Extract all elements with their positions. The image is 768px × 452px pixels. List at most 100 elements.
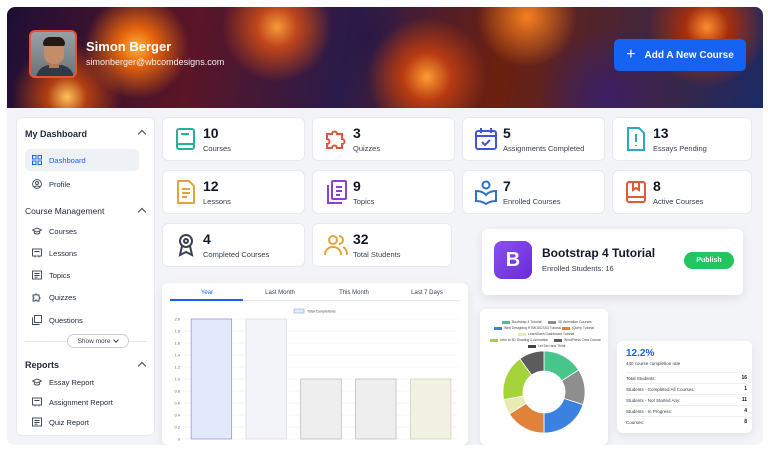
y-tick-label: 1.0 — [174, 376, 180, 381]
show-more-button[interactable]: Show more — [67, 334, 129, 348]
tab-year[interactable]: Year — [171, 290, 243, 296]
stat-label: Quizzes — [353, 144, 381, 153]
y-tick-label: 0.2 — [174, 424, 180, 429]
sidebar-item-label: Questions — [49, 315, 83, 325]
sidebar-item-label: Profile — [49, 179, 71, 189]
bar[interactable] — [245, 318, 287, 440]
sidebar-item-courses[interactable]: Courses — [25, 220, 139, 242]
completions-chart-card: Year Last Month This Month Last 7 Days 0… — [162, 283, 468, 445]
profile-banner: Simon Berger simonberger@wbcomdesigns.co… — [7, 7, 763, 108]
puzzle-icon — [32, 293, 41, 302]
stat-label: Total Students — [353, 250, 401, 259]
sidebar-item-label: Courses — [49, 226, 77, 236]
donut-slice[interactable] — [543, 397, 584, 434]
puzzle-icon — [326, 130, 346, 149]
sidebar-item-questions[interactable]: Questions — [25, 309, 139, 331]
stat-row: Students - Completed All Courses: 1 — [626, 383, 747, 394]
graduation-cap-icon — [32, 378, 42, 386]
stat-row-label: Total Students: — [626, 375, 656, 381]
y-tick-label: 0.6 — [174, 400, 180, 405]
course-enrolled-count: Enrolled Students: 16 — [542, 264, 614, 273]
stat-value: 7 — [503, 178, 511, 194]
stat-card-courses[interactable]: 10 Courses — [162, 117, 305, 161]
chevron-up-icon[interactable] — [137, 207, 147, 217]
stat-value: 4 — [203, 231, 211, 247]
course-donut-chart — [502, 350, 586, 434]
stat-row: Total Students: 16 — [626, 372, 747, 383]
sidebar-item-label: Lessons — [49, 248, 77, 258]
document-icon — [177, 180, 195, 204]
legend-swatch — [293, 308, 305, 314]
sidebar-item-assignment-report[interactable]: Assignment Report — [25, 391, 139, 413]
add-new-course-button[interactable]: + Add A New Course — [614, 39, 746, 71]
stat-card-active-courses[interactable]: 8 Active Courses — [612, 170, 752, 214]
stat-card-lessons[interactable]: 12 Lessons — [162, 170, 305, 214]
stat-card-essays-pending[interactable]: 13 Essays Pending — [612, 117, 752, 161]
completion-percent: 12.2% — [626, 348, 655, 359]
reader-icon — [475, 180, 497, 205]
alert-doc-icon — [627, 127, 645, 151]
bar[interactable] — [300, 378, 342, 440]
tab-this-month[interactable]: This Month — [318, 290, 390, 296]
calendar-check-icon — [475, 128, 497, 150]
divider — [25, 341, 67, 342]
stat-row-value: 11 — [741, 397, 747, 403]
bar[interactable] — [355, 378, 397, 440]
tab-last-month[interactable]: Last Month — [244, 290, 316, 296]
stat-row-label: Students - Completed All Courses: — [626, 386, 695, 392]
stat-card-assignments-completed[interactable]: 5 Assignments Completed — [462, 117, 605, 161]
graduation-cap-icon — [32, 227, 42, 235]
stat-value: 13 — [653, 125, 669, 141]
course-distribution-chart-card: Bootstrap 4 Tutorial 3D Animation Courses… — [480, 309, 608, 445]
book-icon — [176, 128, 195, 150]
publish-button[interactable]: Publish — [684, 252, 734, 269]
stat-label: Lessons — [203, 197, 231, 206]
tab-last-7-days[interactable]: Last 7 Days — [391, 290, 463, 296]
y-tick-label: 1.4 — [174, 352, 180, 357]
show-more-label: Show more — [77, 337, 111, 345]
stat-value: 3 — [353, 125, 361, 141]
sidebar-item-label: Dashboard — [49, 155, 86, 165]
sidebar-heading-reports: Reports — [25, 360, 60, 370]
stat-row-label: Courses: — [626, 419, 645, 425]
divider — [129, 341, 147, 342]
users-icon — [324, 235, 348, 256]
stat-value: 9 — [353, 178, 361, 194]
stat-card-topics[interactable]: 9 Topics — [312, 170, 455, 214]
avatar[interactable] — [29, 30, 77, 78]
slides-icon — [32, 397, 42, 407]
slides-icon — [32, 248, 42, 258]
stat-value: 12 — [203, 178, 219, 194]
sidebar-item-quizzes[interactable]: Quizzes — [25, 286, 139, 308]
bar[interactable] — [409, 378, 452, 440]
sidebar-item-lessons[interactable]: Lessons — [25, 242, 139, 264]
sidebar-heading-course-management: Course Management — [25, 206, 105, 216]
sidebar-item-quiz-report[interactable]: Quiz Report — [25, 411, 139, 433]
sidebar: My Dashboard Dashboard Profile Course Ma… — [16, 117, 155, 436]
stat-label: Completed Courses — [203, 250, 270, 259]
stat-card-quizzes[interactable]: 3 Quizzes — [312, 117, 455, 161]
y-tick-label: 0 — [178, 436, 181, 441]
y-tick-label: 1.8 — [174, 328, 180, 333]
chevron-up-icon[interactable] — [137, 129, 147, 139]
legend-label: Total Completions — [307, 310, 336, 314]
tab-active-indicator — [170, 299, 243, 301]
sidebar-item-label: Quizzes — [49, 292, 77, 302]
sidebar-item-essay-report[interactable]: Essay Report — [25, 371, 139, 393]
completion-rate-card: 12.2% 440 course completion rate Total S… — [617, 341, 752, 433]
sidebar-item-topics[interactable]: Topics — [25, 264, 139, 286]
stat-card-enrolled-courses[interactable]: 7 Enrolled Courses — [462, 170, 605, 214]
stat-row-value: 1 — [744, 386, 747, 392]
sidebar-item-profile[interactable]: Profile — [25, 173, 139, 195]
course-card-bootstrap[interactable]: B Bootstrap 4 Tutorial Enrolled Students… — [482, 229, 743, 295]
sidebar-item-dashboard[interactable]: Dashboard — [25, 149, 139, 171]
stat-card-total-students[interactable]: 32 Total Students — [312, 223, 452, 267]
stat-card-completed-courses[interactable]: 4 Completed Courses — [162, 223, 305, 267]
sidebar-heading-my-dashboard: My Dashboard — [25, 129, 88, 139]
stat-row: Courses: 8 — [626, 416, 747, 427]
dashboard-app: Simon Berger simonberger@wbcomdesigns.co… — [7, 7, 763, 445]
copy-icon — [32, 315, 42, 325]
chevron-up-icon[interactable] — [137, 361, 147, 371]
bar[interactable] — [190, 318, 233, 440]
stat-row-value: 4 — [744, 408, 747, 414]
